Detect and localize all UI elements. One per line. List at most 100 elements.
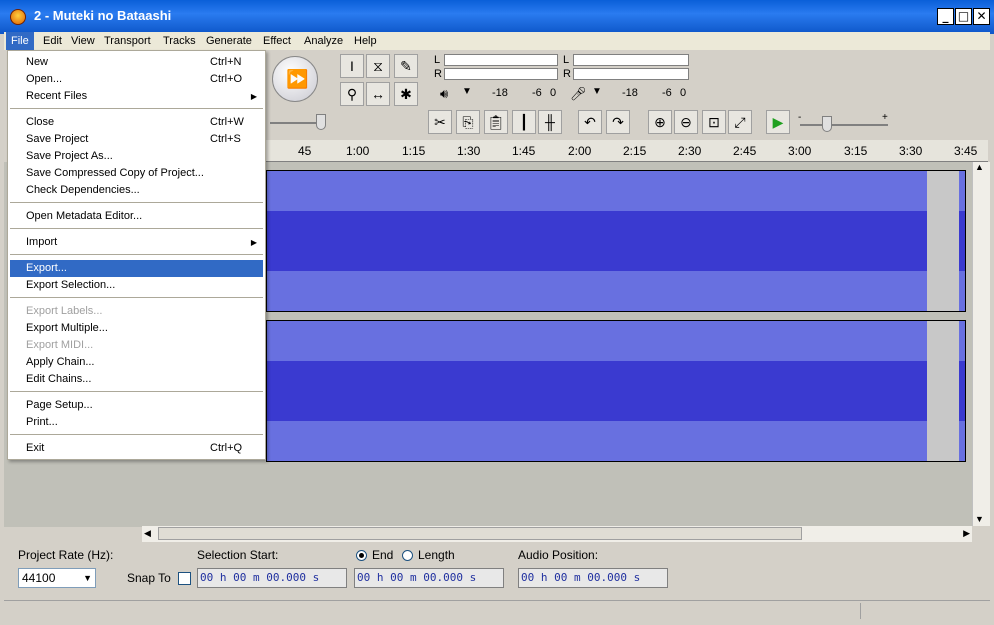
close-button[interactable]: ✕: [973, 8, 990, 25]
speed-slider-thumb[interactable]: [822, 116, 832, 132]
menu-item-save-project-as[interactable]: Save Project As...: [10, 148, 263, 165]
end-label: End: [372, 548, 394, 562]
gain-slider-track[interactable]: [270, 122, 322, 124]
speaker-icon[interactable]: 🔊︎: [440, 86, 448, 102]
vertical-scrollbar[interactable]: ▲ ▼: [972, 162, 990, 526]
status-divider: [860, 603, 861, 619]
speed-minus-label: -: [798, 112, 802, 123]
menu-separator: [10, 228, 263, 229]
menu-item-save-compressed-copy[interactable]: Save Compressed Copy of Project...: [10, 165, 263, 182]
undo-button[interactable]: ↶: [578, 110, 602, 134]
tick-label: 1:45: [512, 144, 536, 158]
submenu-arrow-icon: ▶: [250, 238, 257, 247]
paste-button[interactable]: 📋︎: [484, 110, 508, 134]
scroll-right-icon[interactable]: ▶: [963, 528, 970, 539]
silence-button[interactable]: ╫: [538, 110, 562, 134]
menu-item-new[interactable]: New Ctrl+N: [10, 54, 263, 71]
menu-analyze[interactable]: Analyze: [299, 32, 348, 50]
menu-edit[interactable]: Edit: [38, 32, 67, 50]
selection-start-time[interactable]: 00 h 00 m 00.000 s: [197, 568, 347, 588]
selection-end-time[interactable]: 00 h 00 m 00.000 s: [354, 568, 504, 588]
timeline-ruler[interactable]: 45 1:00 1:15 1:30 1:45 2:00 2:15 2:30 2:…: [266, 140, 988, 162]
meter-right-label: R: [434, 68, 442, 80]
rec-meter-left: [573, 54, 689, 66]
maximize-button[interactable]: □: [955, 8, 972, 25]
menu-separator: [10, 434, 263, 435]
silence-icon: ╫: [545, 114, 555, 130]
draw-tool-button[interactable]: ✎: [394, 54, 418, 78]
menu-item-save-project[interactable]: Save Project Ctrl+S: [10, 131, 263, 148]
tick-label: 2:15: [623, 144, 647, 158]
menu-transport[interactable]: Transport: [99, 32, 156, 50]
selection-start-label: Selection Start:: [197, 548, 279, 562]
menu-item-export-midi: Export MIDI...: [26, 339, 94, 351]
zoom-in-button[interactable]: ⊕: [648, 110, 672, 134]
minimize-button[interactable]: _: [937, 8, 954, 25]
copy-button[interactable]: ⎘: [456, 110, 480, 134]
scroll-down-icon[interactable]: ▼: [975, 514, 984, 524]
asterisk-icon: ✱: [400, 86, 412, 102]
project-rate-select[interactable]: 44100 ▼: [18, 568, 96, 588]
menu-item-close[interactable]: Close Ctrl+W: [10, 114, 263, 131]
audio-track-right-channel[interactable]: [266, 320, 966, 462]
menu-item-export[interactable]: Export...: [10, 260, 263, 277]
rec-meter-dropdown-icon[interactable]: ▼: [592, 86, 602, 97]
copy-icon: ⎘: [462, 114, 474, 130]
envelope-icon: ⧖: [373, 58, 383, 74]
tick-label: 1:30: [457, 144, 481, 158]
menu-effect[interactable]: Effect: [258, 32, 296, 50]
selection-tool-button[interactable]: I: [340, 54, 364, 78]
menu-item-export-selection[interactable]: Export Selection...: [10, 277, 263, 294]
length-radio[interactable]: [402, 550, 413, 561]
menu-file[interactable]: File: [6, 32, 34, 50]
menu-item-check-dependencies[interactable]: Check Dependencies...: [10, 182, 263, 199]
menu-item-exit[interactable]: Exit Ctrl+Q: [10, 440, 263, 457]
menu-item-print[interactable]: Print...: [10, 414, 263, 431]
timeshift-tool-button[interactable]: ↔: [366, 82, 390, 106]
multi-tool-button[interactable]: ✱: [394, 82, 418, 106]
rec-tick-6: -6: [662, 87, 672, 99]
scroll-up-icon[interactable]: ▲: [975, 162, 984, 172]
horizontal-scroll-thumb[interactable]: [158, 527, 802, 540]
skip-end-button[interactable]: ⏩: [272, 56, 318, 102]
audio-position-time[interactable]: 00 h 00 m 00.000 s: [518, 568, 668, 588]
tick-label: 1:00: [346, 144, 370, 158]
zoom-out-button[interactable]: ⊖: [674, 110, 698, 134]
snap-to-checkbox[interactable]: [178, 572, 191, 585]
zoom-tool-button[interactable]: ⚲: [340, 82, 364, 106]
envelope-tool-button[interactable]: ⧖: [366, 54, 390, 78]
microphone-icon[interactable]: 🎤︎: [570, 86, 587, 102]
gain-slider-thumb[interactable]: [316, 114, 326, 130]
waveform-right: [267, 361, 965, 421]
cut-button[interactable]: ✂: [428, 110, 452, 134]
menu-item-open-metadata-editor[interactable]: Open Metadata Editor...: [10, 208, 263, 225]
menu-item-page-setup[interactable]: Page Setup...: [10, 397, 263, 414]
tick-label: 2:45: [733, 144, 757, 158]
play-tick-18: -18: [492, 87, 508, 99]
menu-item-export-multiple[interactable]: Export Multiple...: [10, 320, 263, 337]
play-meter-dropdown-icon[interactable]: ▼: [462, 86, 472, 97]
menu-item-import[interactable]: Import ▶: [10, 234, 263, 251]
menu-generate[interactable]: Generate: [201, 32, 257, 50]
fit-selection-button[interactable]: ⊡: [702, 110, 726, 134]
play-at-speed-button[interactable]: ▶: [766, 110, 790, 134]
menu-item-apply-chain[interactable]: Apply Chain...: [10, 354, 263, 371]
menu-separator: [10, 202, 263, 203]
end-radio[interactable]: [356, 550, 367, 561]
menu-item-edit-chains[interactable]: Edit Chains...: [10, 371, 263, 388]
menu-view[interactable]: View: [66, 32, 100, 50]
audio-track-left-channel[interactable]: [266, 170, 966, 312]
fit-selection-icon: ⊡: [708, 114, 720, 130]
menu-tracks[interactable]: Tracks: [158, 32, 201, 50]
menu-item-open[interactable]: Open... Ctrl+O: [10, 71, 263, 88]
fit-project-button[interactable]: ⤢: [728, 110, 752, 134]
menu-item-recent-files[interactable]: Recent Files ▶: [10, 88, 263, 105]
speed-slider-track[interactable]: [800, 124, 888, 126]
horizontal-scrollbar[interactable]: ◀ ▶: [142, 526, 972, 542]
length-label: Length: [418, 548, 455, 562]
play-meter-left: [444, 54, 558, 66]
redo-button[interactable]: ↷: [606, 110, 630, 134]
scroll-left-icon[interactable]: ◀: [144, 528, 151, 539]
trim-button[interactable]: ┃: [512, 110, 536, 134]
menu-help[interactable]: Help: [349, 32, 382, 50]
